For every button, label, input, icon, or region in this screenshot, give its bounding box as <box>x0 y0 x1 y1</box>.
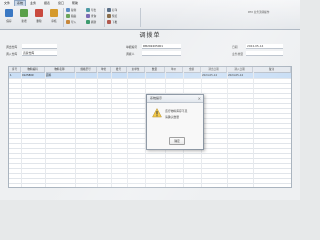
to-warehouse-field[interactable]: 直营仓库 <box>22 51 57 56</box>
preview-label: 预览 <box>112 15 118 18</box>
workflow-label: RTX 业务流转操作 <box>248 11 270 14</box>
grid-column-line <box>75 67 76 187</box>
print-button[interactable]: 打印 <box>107 8 117 13</box>
push-label: 下推 <box>112 21 118 24</box>
delete-icon <box>35 9 43 17</box>
export-button[interactable]: 导出 <box>86 8 96 13</box>
menu-file[interactable]: 文件 <box>2 0 12 6</box>
copy-icon <box>66 8 70 12</box>
field-label-business-type: 业务类型 <box>232 52 244 56</box>
field-label-date: 日期 <box>232 45 238 49</box>
menu-window[interactable]: 窗口 <box>56 0 66 6</box>
search-button[interactable]: 查询 <box>86 14 96 19</box>
refresh-icon <box>86 20 90 24</box>
approve-button[interactable]: 审核 <box>47 8 61 26</box>
menu-report[interactable]: 报表 <box>42 0 52 6</box>
save-button[interactable]: 保存 <box>2 8 16 26</box>
export-label: 导出 <box>91 9 97 12</box>
menu-business[interactable]: 业务 <box>28 0 38 6</box>
refresh-button[interactable]: 刷新 <box>86 20 96 25</box>
dialog-titlebar[interactable]: 系统提示 × <box>147 95 203 103</box>
preview-icon <box>107 14 111 18</box>
grid-column-line <box>21 67 22 187</box>
doc-number-field[interactable]: DB202405001 <box>142 44 181 49</box>
grid-column-line <box>45 67 46 187</box>
paste-button[interactable]: 粘贴 <box>66 14 76 19</box>
delete-button[interactable]: 删除 <box>32 8 46 26</box>
import-button[interactable]: 导入 <box>66 20 76 25</box>
paste-label: 粘贴 <box>71 15 77 18</box>
new-button[interactable]: 新增 <box>17 8 31 26</box>
from-warehouse-field[interactable] <box>22 44 57 49</box>
push-button[interactable]: 下推 <box>107 20 117 25</box>
push-icon <box>107 20 111 24</box>
search-icon <box>86 14 90 18</box>
warning-icon <box>152 108 162 118</box>
print-label: 打印 <box>112 9 118 12</box>
copy-label: 复制 <box>71 9 77 12</box>
dialog-message-line2: 请确认数量 <box>165 115 179 119</box>
copy-button[interactable]: 复制 <box>66 8 76 13</box>
operator-field[interactable] <box>142 51 181 56</box>
new-label: 新增 <box>21 20 27 23</box>
grid-column-line <box>111 67 112 187</box>
ribbon-toolbar: 文件 系统 业务 报表 窗口 帮助 保存 新增 删除 审核 复制 粘贴 导入 导… <box>0 0 300 30</box>
import-label: 导入 <box>71 21 77 24</box>
menu-bar: 文件 系统 业务 报表 窗口 帮助 <box>0 0 300 6</box>
ribbon-separator <box>140 8 141 27</box>
business-type-field[interactable] <box>246 51 283 56</box>
paste-icon <box>66 14 70 18</box>
workflow-button[interactable]: RTX 业务流转操作 <box>248 10 269 15</box>
ok-button[interactable]: 确定 <box>169 137 185 145</box>
field-label-operator: 调拨人 <box>126 52 135 56</box>
grid-column-line <box>227 67 228 187</box>
import-icon <box>66 20 70 24</box>
empty-table-row[interactable] <box>9 183 291 187</box>
new-doc-icon <box>20 9 28 17</box>
menu-system[interactable]: 系统 <box>14 0 27 6</box>
field-label-doc-number: 单据编号 <box>126 45 138 49</box>
document-title: 调拨单 <box>139 32 161 39</box>
message-dialog: 系统提示 × 该行物料库存不足 请确认数量 确定 <box>146 94 204 150</box>
approve-icon <box>50 9 58 17</box>
date-field[interactable]: 2024-05-14 <box>246 44 283 49</box>
delete-label: 删除 <box>36 20 42 23</box>
grid-column-line <box>97 67 98 187</box>
print-icon <box>107 8 111 12</box>
ribbon-separator <box>104 8 105 27</box>
dialog-title: 系统提示 <box>150 96 163 100</box>
save-label: 保存 <box>6 20 12 23</box>
grid-column-line <box>253 67 254 187</box>
refresh-label: 刷新 <box>91 21 97 24</box>
field-label-from-warehouse: 调出仓库 <box>6 45 18 49</box>
preview-button[interactable]: 预览 <box>107 14 117 19</box>
search-label: 查询 <box>91 15 97 18</box>
save-icon <box>5 9 13 17</box>
dialog-message-line1: 该行物料库存不足 <box>165 109 188 113</box>
menu-help[interactable]: 帮助 <box>70 0 80 6</box>
field-label-to-warehouse: 调入仓库 <box>6 52 18 56</box>
approve-label: 审核 <box>51 20 57 23</box>
close-icon[interactable]: × <box>198 96 201 101</box>
export-icon <box>86 8 90 12</box>
grid-column-line <box>127 67 128 187</box>
ribbon-separator <box>63 8 64 27</box>
